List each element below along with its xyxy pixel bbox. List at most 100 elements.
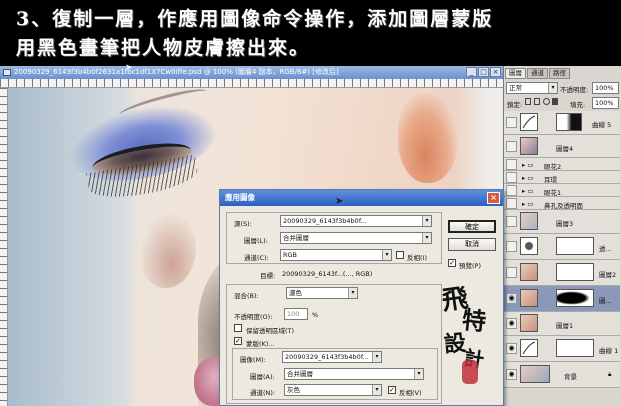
blending-value: 濾色 [289, 289, 302, 297]
layer-row-curves1[interactable]: ◉ 曲線 1 [504, 336, 620, 362]
chevron-down-icon: ▾ [372, 352, 381, 362]
document-title-bar[interactable]: 20090329_6143f3b4b0f2631a1fbc1df1X7Cw0if… [0, 66, 503, 79]
preserve-transparency-checkbox[interactable] [234, 324, 242, 332]
visibility-toggle[interactable] [506, 241, 517, 252]
chevron-right-icon[interactable]: ▸ ▭ [522, 200, 533, 208]
layer-label: 圖層(L): [244, 237, 268, 245]
blending-select[interactable]: 濾色 ▾ [286, 287, 358, 299]
layer-row-background[interactable]: ◉ 背景 🔒︎ [504, 362, 620, 388]
mask-channel-value: 灰色 [287, 386, 300, 394]
mask-thumbnail [556, 289, 594, 307]
mouse-cursor-icon: ➤ [335, 196, 344, 207]
tab-channels[interactable]: 通道 [527, 68, 548, 79]
layer-row-layer1[interactable]: ◉ 圖層1 [504, 312, 620, 336]
layer-row-layer3[interactable]: 圖層3 [504, 210, 620, 234]
cancel-button[interactable]: 取消 [448, 238, 496, 251]
fill-label: 填充: [570, 101, 586, 109]
tutorial-banner: 3、復制一層，作應用圖像命令操作，添加圖層蒙版 用黑色畫筆把人物皮膚擦出來。 [0, 0, 621, 66]
layer-name: 曲線 5 [592, 121, 612, 129]
target-label: 目標: [260, 272, 276, 280]
lock-label: 鎖定: [507, 101, 523, 109]
fill-input[interactable]: 100% [592, 97, 619, 109]
channel-select[interactable]: RGB ▾ [280, 249, 392, 261]
chevron-right-icon[interactable]: ▸ ▭ [522, 187, 533, 195]
source-label: 源(S): [234, 220, 252, 228]
layer-name: 圖層4 [556, 145, 574, 153]
document-title: 20090329_6143f3b4b0f2631a1fbc1df1X7Cw0if… [14, 68, 339, 76]
mask-thumbnail [556, 113, 582, 131]
ruler-vertical [0, 88, 8, 406]
layer-row-selected[interactable]: ◉ 圖... [504, 286, 620, 312]
close-button[interactable]: × [490, 67, 501, 77]
visibility-toggle[interactable] [506, 159, 517, 170]
chevron-right-icon[interactable]: ▸ ▭ [522, 161, 533, 169]
visibility-toggle[interactable] [506, 267, 517, 278]
dialog-title-bar[interactable]: 應用圖像 × [220, 190, 503, 206]
preview-checkbox[interactable]: ✓ [448, 259, 456, 267]
layer-group-earring[interactable]: ▸ ▭ 耳環 [504, 171, 620, 184]
mask-image-select[interactable]: 20090329_6143f3b4b0f... ▾ [282, 351, 382, 363]
invert-checkbox[interactable] [396, 251, 404, 259]
close-icon[interactable]: × [487, 192, 500, 204]
preserve-label: 保留透明區域(T) [246, 327, 295, 335]
tab-paths[interactable]: 路徑 [549, 68, 570, 79]
preview-label: 預覽(P) [459, 262, 481, 270]
visibility-toggle[interactable] [506, 185, 517, 196]
mask-layer-select[interactable]: 合并圖層 ▾ [284, 368, 424, 380]
blending-label: 混合(B): [234, 292, 259, 300]
layer-row-transparent[interactable]: 透... [504, 234, 620, 260]
blend-mode-select[interactable]: 正常 ▾ [506, 82, 558, 94]
layer-group-nose[interactable]: ▸ ▭ 鼻孔及透明面 [504, 197, 620, 210]
layer-row-curves5[interactable]: 曲線 5 [504, 111, 620, 135]
ok-button[interactable]: 確定 [448, 220, 496, 233]
eye-icon[interactable]: ◉ [506, 369, 517, 380]
lock-all-icon[interactable] [552, 98, 558, 105]
layer-thumbnail [520, 314, 538, 332]
target-value: 20090329_6143f...(..., RGB) [282, 270, 373, 278]
chevron-down-icon: ▾ [348, 288, 357, 298]
signature-char: 設 [442, 330, 468, 358]
layer-name: 圖層3 [556, 220, 574, 228]
visibility-toggle[interactable] [506, 216, 517, 227]
eye-icon[interactable]: ◉ [506, 293, 517, 304]
lock-transparent-icon[interactable] [525, 98, 531, 105]
chevron-down-icon: ▾ [382, 250, 391, 260]
mask-thumbnail [556, 237, 594, 255]
layer-select[interactable]: 合并圖層 ▾ [280, 232, 432, 244]
source-value: 20090329_6143f3b4b0f... [283, 217, 367, 225]
group-name: 鼻孔及透明面 [544, 202, 583, 210]
layer-value: 合并圖層 [283, 234, 309, 242]
maximize-button[interactable]: □ [478, 67, 489, 77]
eye-icon[interactable]: ◉ [506, 318, 517, 329]
mask-channel-select[interactable]: 灰色 ▾ [284, 384, 382, 396]
layer-row-layer4[interactable]: 圖層4 [504, 135, 620, 158]
visibility-toggle[interactable] [506, 198, 517, 209]
mask-invert-checkbox[interactable]: ✓ [388, 386, 396, 394]
mask-thumbnail [556, 263, 594, 281]
panel-tabs: 圖層 通道 路徑 [505, 68, 570, 79]
mask-channel-label: 通道(N): [250, 389, 276, 397]
visibility-toggle[interactable] [506, 141, 517, 152]
visibility-toggle[interactable] [506, 117, 517, 128]
mask-image-value: 20090329_6143f3b4b0f... [285, 353, 369, 361]
mask-checkbox[interactable]: ✓ [234, 337, 242, 345]
eye-icon[interactable]: ◉ [506, 343, 517, 354]
opacity-unit: % [312, 311, 319, 319]
tab-layers[interactable]: 圖層 [505, 68, 526, 79]
opacity-input[interactable]: 100 [284, 308, 308, 320]
window-buttons: _ □ × [466, 67, 501, 77]
layer-name: 背景 [564, 373, 577, 381]
source-select[interactable]: 20090329_6143f3b4b0f... ▾ [280, 215, 432, 227]
lock-image-icon[interactable] [534, 98, 540, 105]
opacity-input[interactable]: 100% [592, 82, 619, 94]
red-seal-stamp [462, 360, 478, 384]
photo-nose [136, 208, 196, 288]
layer-group-eyes1[interactable]: ▸ ▭ 眼花1 [504, 184, 620, 197]
minimize-button[interactable]: _ [466, 67, 477, 77]
lock-position-icon[interactable] [543, 98, 550, 105]
chevron-right-icon[interactable]: ▸ ▭ [522, 174, 533, 182]
layer-row-layer2[interactable]: 圖層2 [504, 260, 620, 286]
visibility-toggle[interactable] [506, 172, 517, 183]
group-name: 眼花2 [544, 163, 562, 171]
layer-group-eyes2[interactable]: ▸ ▭ 眼花2 [504, 158, 620, 171]
